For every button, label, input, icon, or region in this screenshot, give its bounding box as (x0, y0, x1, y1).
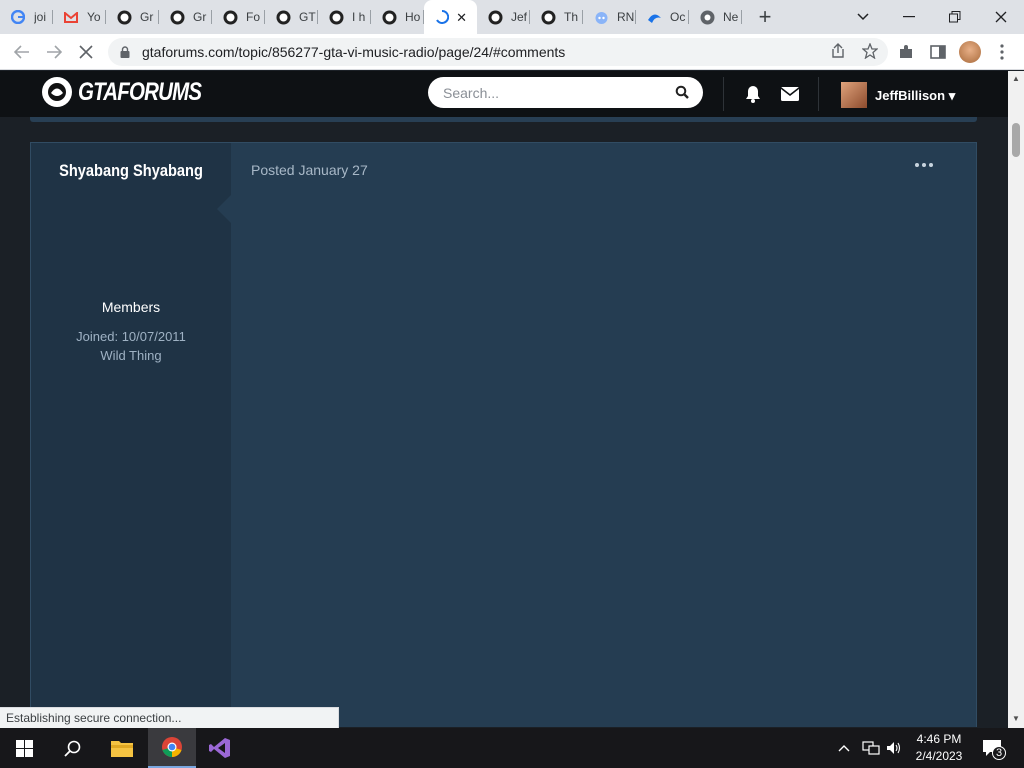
reddit-icon (593, 9, 609, 25)
clock-date: 2/4/2023 (915, 749, 963, 763)
logo-text: GTAFORUMS (78, 77, 202, 106)
browser-tab[interactable]: Yo (53, 0, 106, 34)
chrome-menu-icon[interactable] (990, 40, 1014, 64)
tab-search-icon[interactable] (840, 0, 886, 34)
post-options-icon[interactable] (915, 163, 933, 167)
post-date[interactable]: Posted January 27 (251, 162, 368, 178)
back-button[interactable] (10, 40, 34, 64)
file-explorer-icon[interactable] (98, 728, 146, 768)
gtaforums-icon (116, 9, 132, 25)
edge-icon (646, 9, 662, 25)
profile-avatar[interactable] (958, 40, 982, 64)
search-icon[interactable] (675, 85, 689, 102)
browser-tab[interactable]: Gr (159, 0, 212, 34)
close-window-button[interactable] (978, 0, 1024, 34)
page-content: Shyabang Shyabang Members Joined: 10/07/… (0, 117, 1008, 727)
tray-chevron-icon[interactable] (838, 728, 850, 768)
volume-icon[interactable] (886, 728, 902, 768)
user-menu-button[interactable]: JeffBillison ▾ (875, 88, 955, 104)
chrome-icon (699, 9, 715, 25)
clock-time: 4:46 PM (916, 732, 962, 746)
notification-count-badge: 3 (992, 746, 1007, 760)
search-placeholder: Search... (443, 84, 500, 101)
notification-center-icon[interactable]: 3 (982, 728, 1007, 768)
scroll-up-arrow-icon[interactable]: ▲ (1012, 74, 1020, 83)
author-joined: Joined: 10/07/2011 (76, 329, 186, 344)
browser-toolbar: gtaforums.com/topic/856277-gta-vi-music-… (0, 34, 1024, 70)
notifications-bell-icon[interactable] (743, 84, 763, 104)
browser-tab[interactable]: I h (318, 0, 371, 34)
minimize-button[interactable] (886, 0, 932, 34)
address-bar[interactable]: gtaforums.com/topic/856277-gta-vi-music-… (108, 38, 888, 66)
browser-tab[interactable]: Oc (636, 0, 689, 34)
site-search-input[interactable]: Search... (428, 77, 703, 108)
forward-button[interactable] (42, 40, 66, 64)
browser-tab[interactable]: Jef (477, 0, 530, 34)
browser-tab-active[interactable]: ✕ (424, 0, 477, 34)
google-icon (10, 9, 26, 25)
gtaforums-icon (275, 9, 291, 25)
gtaforums-icon (169, 9, 185, 25)
browser-tab[interactable]: RN (583, 0, 636, 34)
header-divider (818, 77, 819, 111)
author-pointer (217, 195, 231, 223)
gtaforums-icon (381, 9, 397, 25)
gtaforums-icon (487, 9, 503, 25)
windows-taskbar: 4:46 PM 2/4/2023 3 (0, 728, 1024, 768)
gtaforums-icon (540, 9, 556, 25)
page-scrollbar[interactable]: ▲ ▼ (1008, 71, 1024, 728)
browser-tab[interactable]: GT (265, 0, 318, 34)
network-icon[interactable] (862, 728, 880, 768)
browser-tab[interactable]: Ne (689, 0, 742, 34)
stop-loading-button[interactable] (74, 40, 98, 64)
caret-down-icon: ▾ (948, 88, 956, 103)
extensions-puzzle-icon[interactable] (894, 40, 918, 64)
user-avatar[interactable] (841, 82, 867, 108)
url-text[interactable]: gtaforums.com/topic/856277-gta-vi-music-… (142, 44, 565, 60)
forum-post: Shyabang Shyabang Members Joined: 10/07/… (30, 142, 977, 727)
loading-status: Establishing secure connection... (0, 707, 339, 728)
author-name[interactable]: Shyabang Shyabang (45, 161, 217, 181)
side-panel-icon[interactable] (926, 40, 950, 64)
visual-studio-icon[interactable] (196, 728, 244, 768)
logo-emblem-icon (42, 77, 72, 107)
browser-tab[interactable]: Fo (212, 0, 265, 34)
lock-icon[interactable] (120, 46, 132, 58)
username-label: JeffBillison (875, 88, 946, 103)
browser-tab[interactable]: Ho (371, 0, 424, 34)
browser-tab[interactable]: joi (0, 0, 53, 34)
chrome-taskbar-icon[interactable] (148, 728, 196, 768)
author-panel: Shyabang Shyabang Members Joined: 10/07/… (31, 143, 231, 727)
gmail-icon (63, 9, 79, 25)
previous-post-bottom (30, 117, 977, 122)
new-tab-button[interactable]: + (750, 0, 780, 34)
gtaforums-logo[interactable]: GTAFORUMS (42, 77, 228, 107)
author-title: Wild Thing (100, 348, 162, 363)
scroll-down-arrow-icon[interactable]: ▼ (1012, 714, 1020, 723)
author-group: Members (101, 299, 161, 315)
windows-start-icon[interactable] (0, 728, 48, 768)
system-clock[interactable]: 4:46 PM 2/4/2023 (908, 731, 970, 765)
gtaforums-icon (328, 9, 344, 25)
header-divider (723, 77, 724, 111)
browser-tab[interactable]: Gr (106, 0, 159, 34)
bookmark-star-icon[interactable] (861, 42, 879, 63)
messages-envelope-icon[interactable] (780, 84, 800, 104)
share-icon[interactable] (830, 43, 846, 63)
scroll-thumb[interactable] (1012, 123, 1020, 157)
browser-tab[interactable]: Th (530, 0, 583, 34)
taskbar-search-icon[interactable] (48, 728, 96, 768)
site-header: GTAFORUMS Search... JeffBillison ▾ (0, 71, 1008, 117)
restore-button[interactable] (932, 0, 978, 34)
close-tab-icon[interactable]: ✕ (456, 10, 467, 26)
loading-spinner-icon (434, 9, 450, 25)
gtaforums-icon (222, 9, 238, 25)
